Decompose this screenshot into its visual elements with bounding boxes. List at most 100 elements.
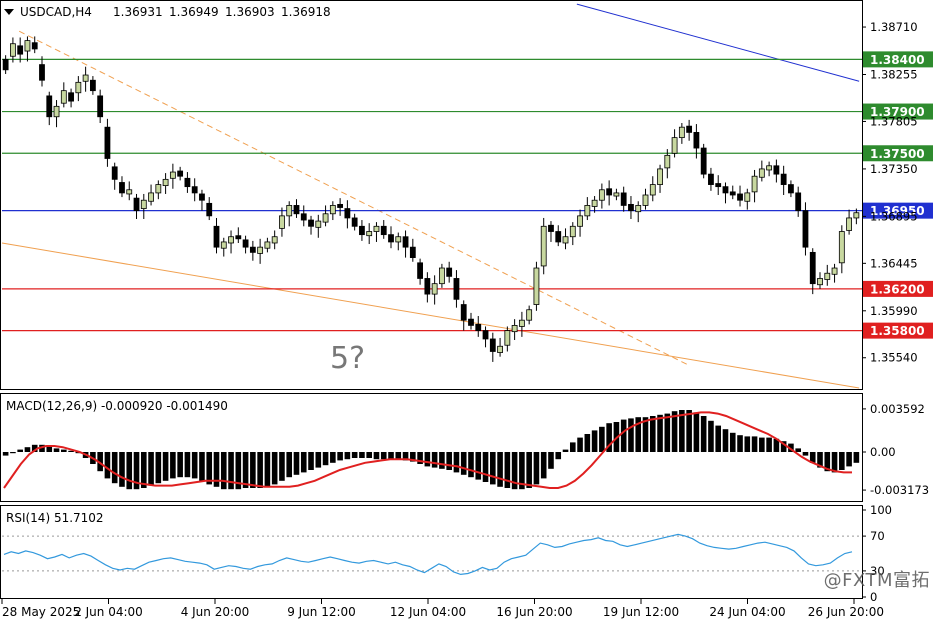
bear-candle: [191, 186, 198, 194]
macd-histogram-bar: [846, 452, 852, 467]
macd-histogram-bar: [657, 414, 663, 452]
bull-candle: [228, 236, 234, 244]
bull-candle: [562, 236, 569, 244]
bear-candle: [184, 177, 191, 188]
bull-candle: [439, 267, 445, 285]
macd-histogram-bar: [686, 410, 692, 452]
fxtm-watermark: @FXTM富拓: [823, 570, 930, 591]
macd-histogram-bar: [569, 442, 576, 452]
bear-candle: [453, 278, 460, 300]
bear-candle: [68, 92, 74, 102]
bull-candle: [24, 40, 31, 52]
bull-candle: [824, 272, 831, 280]
bull-candle: [220, 241, 227, 249]
macd-histogram-bar: [693, 412, 700, 452]
bear-candle: [548, 224, 554, 232]
rsi-tick-label: 70: [870, 529, 885, 543]
macd-histogram-bar: [649, 416, 656, 452]
macd-histogram-bar: [17, 449, 23, 452]
bull-candle: [162, 178, 169, 187]
macd-histogram-bar: [751, 436, 758, 452]
macd-histogram-bar: [199, 452, 205, 481]
bull-candle: [518, 319, 525, 327]
macd-histogram-bar: [257, 452, 263, 488]
bull-candle: [53, 105, 60, 118]
bull-candle: [511, 325, 518, 333]
bear-candle: [468, 318, 474, 326]
bull-candle: [642, 194, 649, 206]
bear-candle: [293, 205, 300, 215]
bear-candle: [206, 202, 213, 217]
bull-candle: [671, 137, 678, 154]
macd-histogram-bar: [439, 452, 445, 469]
bear-candle: [300, 213, 307, 221]
macd-histogram-bar: [322, 452, 329, 466]
bull-candle: [504, 330, 511, 346]
price-tick-label: 1.38710: [870, 20, 918, 34]
macd-histogram-bar: [119, 452, 125, 487]
bear-candle: [46, 95, 53, 118]
macd-histogram-bar: [664, 413, 671, 452]
rsi-label: RSI(14) 51.7102: [6, 511, 104, 525]
macd-histogram-bar: [279, 452, 285, 481]
x-tick-label: 28 May 2025: [2, 605, 80, 619]
macd-histogram-bar: [475, 452, 482, 480]
bull-candle: [82, 74, 89, 82]
bear-candle: [686, 125, 693, 133]
bull-candle: [140, 199, 147, 209]
x-tick-label: 19 Jun 12:00: [603, 605, 679, 619]
bull-candle: [126, 189, 133, 195]
bear-candle: [31, 42, 38, 50]
macd-histogram-bar: [540, 452, 547, 479]
macd-histogram-bar: [308, 452, 314, 470]
bear-candle: [235, 235, 242, 240]
bear-candle: [2, 58, 9, 71]
macd-histogram-bar: [497, 452, 503, 487]
bull-candle: [75, 81, 82, 94]
ohlc-high: 1.36949: [169, 5, 219, 19]
bear-candle: [693, 132, 700, 149]
bear-candle: [308, 219, 314, 227]
macd-histogram-bar: [599, 426, 605, 452]
bull-candle: [155, 184, 162, 194]
macd-histogram-bar: [562, 449, 569, 452]
wave-annotation: 5?: [330, 341, 365, 376]
macd-histogram-bar: [228, 452, 234, 490]
bull-candle: [744, 192, 751, 202]
macd-histogram-bar: [148, 452, 154, 486]
bull-candle: [657, 168, 663, 185]
bear-candle: [475, 323, 482, 332]
macd-histogram-bar: [380, 452, 387, 460]
bull-candle: [758, 168, 765, 178]
macd-histogram-bar: [61, 449, 67, 452]
bear-candle: [213, 225, 220, 248]
bear-candle: [795, 192, 802, 212]
macd-histogram-bar: [729, 432, 736, 452]
bull-candle: [664, 154, 671, 169]
bull-candle: [591, 199, 598, 207]
macd-histogram-bar: [628, 418, 634, 452]
macd-histogram-bar: [155, 452, 162, 484]
macd-histogram-bar: [591, 430, 598, 452]
macd-tick-label: 0.00: [870, 445, 896, 459]
price-tick-label: 1.35540: [870, 351, 918, 365]
bull-candle: [395, 236, 402, 243]
macd-histogram-bar: [620, 419, 627, 452]
macd-histogram-bar: [264, 452, 271, 487]
bull-candle: [751, 175, 758, 193]
macd-histogram-bar: [126, 452, 133, 490]
bull-candle: [584, 205, 591, 217]
bear-candle: [177, 170, 184, 177]
rsi-tick-label: 0: [870, 590, 877, 604]
macd-histogram-bar: [395, 452, 402, 460]
macd-histogram-bar: [388, 452, 394, 460]
bull-candle: [526, 309, 533, 321]
bull-candle: [315, 220, 322, 228]
bear-candle: [133, 197, 140, 212]
bear-candle: [351, 217, 358, 227]
x-tick-label: 9 Jun 12:00: [287, 605, 356, 619]
bull-candle: [257, 246, 264, 254]
bear-candle: [89, 79, 96, 92]
price-tick-label: 1.37350: [870, 162, 918, 176]
bear-candle: [344, 208, 351, 219]
